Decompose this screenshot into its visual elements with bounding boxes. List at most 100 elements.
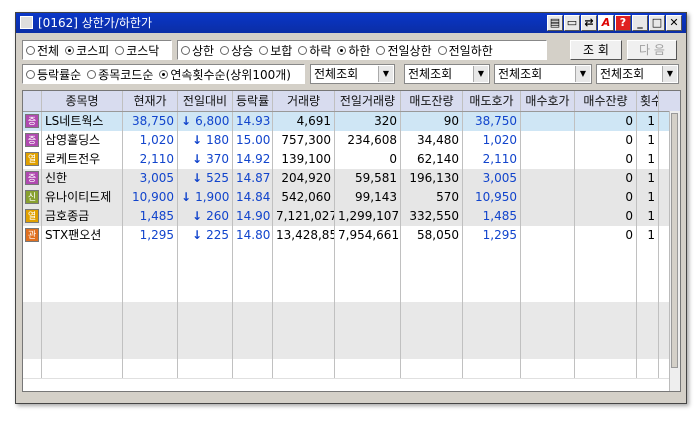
column-header[interactable]: 매도잔량 — [401, 91, 463, 111]
table-row[interactable] — [23, 340, 670, 360]
count-cell: 1 — [637, 131, 659, 150]
column-header[interactable] — [23, 91, 42, 111]
column-header[interactable]: 매수호가 — [521, 91, 575, 111]
radio-circle[interactable] — [87, 69, 97, 79]
limit-radio-1[interactable]: 상승 — [217, 42, 253, 59]
radio-circle[interactable] — [376, 45, 386, 55]
volume-cell: 13,428,857 — [273, 226, 335, 245]
table-row[interactable] — [23, 302, 670, 322]
table-row[interactable] — [23, 283, 670, 303]
chevron-down-icon[interactable]: ▼ — [378, 66, 393, 82]
badge-cell — [23, 340, 42, 359]
table-row[interactable] — [23, 264, 670, 284]
ask-cell — [463, 264, 521, 283]
table-row[interactable]: 증 LS네트웍스 38,750 ↓ 6,800 14.93 4,691 320 90 38,750… — [23, 112, 670, 132]
market-radio-0[interactable]: 전체 — [23, 42, 59, 59]
a-icon[interactable]: A — [598, 15, 614, 31]
prev-volume-cell: 1,299,107 — [335, 207, 401, 226]
limit-radio-6[interactable]: 전일하한 — [435, 42, 493, 59]
radio-circle[interactable] — [65, 45, 75, 55]
filter-select-0[interactable]: 전체조회 ▼ — [310, 64, 395, 84]
rate-cell — [233, 359, 273, 378]
status-badge: 열 — [25, 152, 39, 166]
maximize-icon[interactable]: □ — [649, 15, 665, 31]
sort-radio-2[interactable]: 연속횟수순(상위100개) — [156, 66, 291, 83]
ask-cell — [463, 359, 521, 378]
filter-select-3[interactable]: 전체조회 ▼ — [596, 64, 679, 84]
radio-circle[interactable] — [159, 69, 169, 79]
radio-circle[interactable] — [26, 69, 35, 79]
radio-circle[interactable] — [259, 45, 269, 55]
radio-circle[interactable] — [26, 45, 35, 55]
next-button[interactable]: 다 음 — [627, 40, 677, 60]
query-button[interactable]: 조 회 — [570, 40, 622, 60]
bid-qty-cell — [575, 264, 637, 283]
sort-radio-1[interactable]: 종목코드순 — [84, 66, 153, 83]
change-cell — [178, 302, 233, 321]
bid-cell — [521, 321, 575, 340]
table-row[interactable]: 열 로케트전우 2,110 ↓ 370 14.92 139,100 0 62,140 2,110 0… — [23, 150, 670, 170]
scrollbar-thumb[interactable] — [671, 113, 678, 368]
name-cell: 로케트전우 — [42, 150, 123, 169]
chevron-down-icon[interactable]: ▼ — [575, 66, 590, 82]
radio-label: 상한 — [192, 43, 215, 58]
ask-qty-cell — [401, 264, 463, 283]
bid-qty-cell: 0 — [575, 169, 637, 188]
change-cell: ↓ 260 — [178, 207, 233, 226]
radio-circle[interactable] — [298, 45, 308, 55]
link-icon[interactable]: ⇄ — [581, 15, 597, 31]
chevron-down-icon[interactable]: ▼ — [662, 66, 677, 82]
limit-radio-3[interactable]: 하락 — [295, 42, 331, 59]
table-row[interactable] — [23, 359, 670, 379]
market-radio-1[interactable]: 코스피 — [62, 42, 109, 59]
stock-table: 종목명현재가전일대비등락률거래량전일거래량매도잔량매도호가매수호가매수잔량횟수 … — [22, 90, 681, 392]
ask-qty-cell — [401, 245, 463, 264]
count-cell: 1 — [637, 169, 659, 188]
table-row[interactable]: 관STX팬오션1,295↓22514.8013,428,8577,954,661… — [23, 226, 670, 246]
limit-radio-2[interactable]: 보합 — [256, 42, 292, 59]
column-header[interactable]: 전일거래량 — [335, 91, 401, 111]
radio-circle[interactable] — [220, 45, 230, 55]
badge-cell — [23, 283, 42, 302]
table-row[interactable]: 증 신한 3,005 ↓ 525 14.87 204,920 59,581 196,130 3,0… — [23, 169, 670, 189]
column-header[interactable]: 종목명 — [42, 91, 123, 111]
market-radio-group: 전체 코스피 코스닥 — [22, 40, 172, 60]
badge-cell: 증 — [23, 131, 42, 150]
chevron-down-icon[interactable]: ▼ — [473, 66, 488, 82]
layout-icon[interactable]: ▤ — [547, 15, 563, 31]
window-icon[interactable]: ▭ — [564, 15, 580, 31]
limit-radio-4[interactable]: 하한 — [334, 42, 370, 59]
radio-circle[interactable] — [337, 45, 347, 55]
column-header[interactable]: 전일대비 — [178, 91, 233, 111]
sort-radio-0[interactable]: 등락률순 — [23, 66, 81, 83]
table-row[interactable]: 신 유나이티드제 10,900 ↓ 1,900 14.84 542,060 99,143 570… — [23, 188, 670, 208]
column-header[interactable]: 횟수 — [637, 91, 659, 111]
column-header[interactable]: 현재가 — [123, 91, 178, 111]
filter-select-1[interactable]: 전체조회 ▼ — [404, 64, 490, 84]
radio-circle[interactable] — [115, 45, 125, 55]
radio-circle[interactable] — [437, 45, 447, 55]
down-arrow-icon: ↓ — [181, 114, 192, 128]
table-row[interactable] — [23, 321, 670, 341]
table-row[interactable]: 증 삼영홀딩스 1,020 ↓ 180 15.00 757,300 234,608 34,480… — [23, 131, 670, 151]
minimize-icon[interactable]: _ — [632, 15, 648, 31]
price-cell: 2,110 — [123, 150, 178, 169]
column-header[interactable]: 매수잔량 — [575, 91, 637, 111]
column-header[interactable]: 매도호가 — [463, 91, 521, 111]
market-radio-2[interactable]: 코스닥 — [112, 42, 159, 59]
limit-radio-5[interactable]: 전일상한 — [373, 42, 432, 59]
filter-select-2[interactable]: 전체조회 ▼ — [494, 64, 592, 84]
table-row[interactable]: 열 금호종금 1,485 ↓ 260 14.90 7,121,027 1,299,107 332… — [23, 207, 670, 227]
table-row[interactable] — [23, 245, 670, 265]
radio-circle[interactable] — [181, 45, 190, 55]
limit-radio-0[interactable]: 상한 — [178, 42, 214, 59]
help-icon[interactable]: ? — [615, 15, 631, 31]
close-icon[interactable]: ✕ — [666, 15, 682, 31]
column-header[interactable]: 거래량 — [273, 91, 335, 111]
vertical-scrollbar[interactable] — [669, 111, 680, 391]
radio-label: 연속횟수순(상위100개) — [170, 67, 291, 82]
price-cell: 1,485 — [123, 207, 178, 226]
radio-label: 종목코드순 — [98, 67, 154, 82]
column-header[interactable]: 등락률 — [233, 91, 273, 111]
title-bar[interactable]: [0162] 상한가/하한가 ▤ ▭ ⇄ A ? _ □ ✕ — [16, 13, 686, 33]
